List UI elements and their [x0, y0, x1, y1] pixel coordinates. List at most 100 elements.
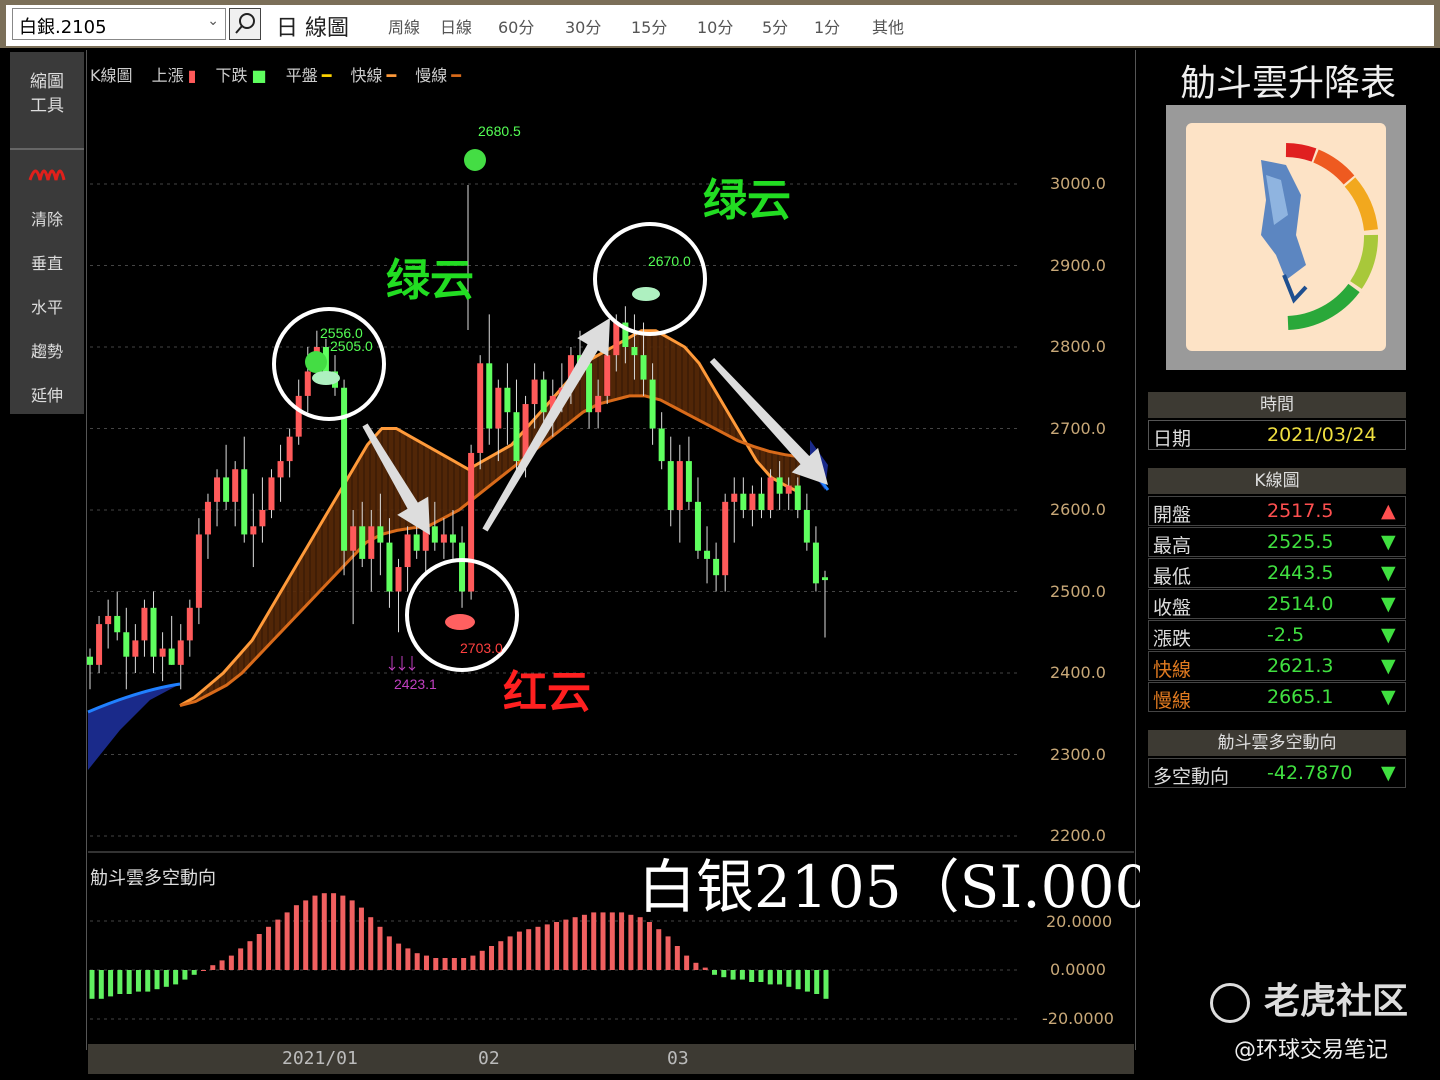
sub-panel-title: 觔斗雲多空動向 [90, 868, 216, 889]
direction-value: -42.7870 [1267, 762, 1353, 784]
direction-bar [479, 950, 485, 970]
candle-body [268, 477, 275, 510]
kline-row-label: 慢線 [1153, 690, 1192, 712]
direction-bar [628, 914, 634, 970]
direction-header: 觔斗雲多空動向 [1148, 730, 1406, 756]
direction-bar [173, 970, 179, 985]
candle-body [204, 501, 211, 535]
candle-body [105, 615, 112, 625]
candle-body [159, 648, 166, 657]
direction-bar [823, 970, 829, 999]
candle-body [132, 640, 139, 657]
direction-bar [182, 970, 188, 980]
sub-axis-label: -20.0000 [1042, 1009, 1114, 1028]
direction-bar [275, 919, 281, 970]
candle-body [449, 534, 456, 543]
direction-bar [609, 912, 615, 970]
red-cloud-annotation: 红云 [503, 667, 591, 718]
kline-row-value: 2665.1 [1267, 686, 1334, 708]
candle-body [413, 534, 420, 551]
direction-bar [758, 970, 764, 982]
kline-row-label: 最高 [1153, 535, 1192, 557]
down-arrow-icon: ▼ [1381, 655, 1396, 677]
candle-body [168, 648, 175, 665]
candle-body [794, 485, 801, 510]
date-label: 日期 [1153, 428, 1192, 450]
candle-body [640, 355, 647, 380]
candle-body [431, 526, 438, 543]
kline-row-label: 最低 [1153, 566, 1192, 588]
candle-body [150, 607, 157, 657]
direction-bar [191, 970, 197, 975]
candle-body [495, 387, 502, 429]
down-arrow-icon: ▼ [1381, 562, 1396, 584]
direction-bar [804, 970, 810, 992]
direction-bar [405, 948, 411, 970]
tiger-logo-icon [1210, 983, 1250, 1023]
price-axis-label: 2600.0 [1050, 500, 1106, 519]
down-arrow-icon: ▼ [1381, 624, 1396, 646]
direction-bar [89, 970, 95, 999]
direction-bar [442, 958, 448, 970]
direction-bar [702, 967, 708, 970]
green-cloud-annotation: 绿云 [386, 255, 474, 306]
direction-bar [266, 926, 272, 970]
candle-body [241, 469, 248, 535]
kline-row: 最高 2525.5 ▼ [1148, 527, 1406, 557]
direction-bar [303, 900, 309, 970]
kline-row: 快線 2621.3 ▼ [1148, 651, 1406, 681]
direction-bar [498, 941, 504, 970]
red-cloud-icon [445, 614, 475, 630]
candle-body [195, 534, 202, 608]
direction-bar [656, 929, 662, 970]
candle-body [295, 395, 302, 437]
direction-bar [238, 948, 244, 970]
candle-body [141, 607, 148, 641]
candle-body [386, 542, 393, 592]
watermark-handle: @环球交易笔记 [1234, 1038, 1389, 1063]
candle-body [740, 493, 747, 510]
candle-body [395, 567, 402, 592]
x-axis-bar [88, 1044, 1134, 1074]
direction-bar [814, 970, 820, 994]
candle-body [359, 526, 366, 559]
high-marker-label: 2680.5 [478, 123, 521, 139]
direction-bar [461, 958, 467, 970]
candle-body [749, 493, 756, 510]
direction-bar [767, 970, 773, 985]
kline-row-value: 2443.5 [1267, 562, 1334, 584]
price-axis-label: 3000.0 [1050, 174, 1106, 193]
direction-bar [108, 970, 114, 997]
direction-bar [730, 970, 736, 980]
candle-body [803, 510, 810, 543]
direction-bar [795, 970, 801, 990]
candle-body [694, 501, 701, 551]
direction-bar [646, 922, 652, 970]
direction-bar [358, 907, 364, 970]
direction-bar [340, 895, 346, 970]
direction-label: 多空動向 [1153, 766, 1230, 788]
direction-bar [489, 946, 495, 970]
direction-bar [145, 970, 151, 992]
kline-row-label: 快線 [1153, 659, 1192, 681]
kline-row-label: 漲跌 [1153, 628, 1192, 650]
candle-body [531, 379, 538, 405]
direction-bar [98, 970, 104, 999]
direction-bar [554, 922, 560, 970]
direction-bar [507, 936, 513, 970]
green-cloud-annotation: 绿云 [703, 175, 791, 226]
direction-bar [721, 970, 727, 978]
candle-body [459, 542, 466, 592]
candle-body [658, 428, 665, 462]
up-arrow-icon: ▲ [1381, 500, 1396, 522]
kline-row: 最低 2443.5 ▼ [1148, 558, 1406, 588]
direction-bar [572, 917, 578, 970]
candle-body [96, 624, 103, 665]
down-arrow-icon: ▼ [1381, 531, 1396, 553]
direction-bar [312, 895, 318, 970]
candle-body [368, 526, 375, 559]
x-axis-label: 03 [667, 1048, 689, 1069]
direction-bar [637, 917, 643, 970]
green-cloud-icon [632, 287, 660, 301]
red-cloud-label: 2703.0 [460, 640, 503, 656]
